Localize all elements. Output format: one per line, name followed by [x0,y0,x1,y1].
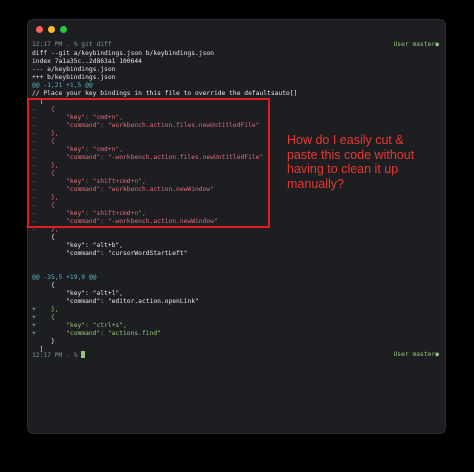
added-line: + "command": "actions.find" [32,330,161,337]
zoom-window-button[interactable] [60,26,67,33]
diff-header-line: +++ b/keybindings.json [32,74,116,81]
context-line: "command": "cursorWordStartLeft" [32,250,188,257]
minimize-window-button[interactable] [48,26,55,33]
context-line: "command": "editor.action.openLink" [32,298,199,305]
highlight-box [27,98,270,228]
hunk-header: @@ -35,5 +19,9 @@ [32,274,97,281]
added-line: + "key": "ctrl+s", [32,322,127,329]
added-line: + { [32,314,55,321]
context-line: "key": "alt+l", [32,290,123,297]
diff-header-line: index 7a1a35c..2d863a1 100644 [32,58,142,65]
context-line: } [32,338,55,345]
prompt-line: 12:17 PM . % git diff [32,41,112,49]
annotation-question: How do I easily cut & paste this code wi… [287,133,415,191]
context-line: { [32,234,55,241]
prompt-text: 12:17 PM . % [32,352,82,359]
git-status-right: User master● [393,41,440,48]
prompt-text: 12:17 PM . % git diff [32,41,112,48]
diff-header-line: --- a/keybindings.json [32,66,116,73]
hunk-header: @@ -1,21 +1,5 @@ [32,82,93,89]
window-titlebar [28,20,445,40]
prompt-line: 12:17 PM . % [32,351,86,359]
diff-header-line: diff --git a/keybindings.json b/keybindi… [32,50,214,57]
context-line: "key": "alt+b", [32,242,123,249]
terminal-cursor [81,351,86,358]
git-status-right: User master● [393,351,440,358]
comment-line: // Place your key bindings in this file … [32,90,298,97]
context-line: { [32,282,55,289]
added-line: + }, [32,306,59,313]
close-window-button[interactable] [36,26,43,33]
